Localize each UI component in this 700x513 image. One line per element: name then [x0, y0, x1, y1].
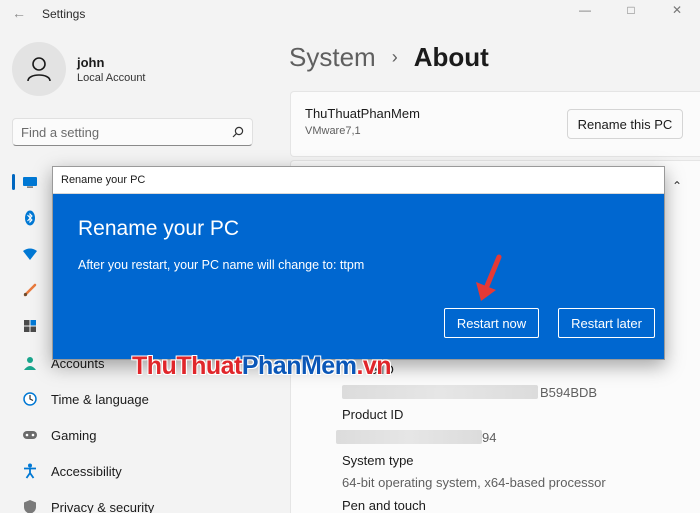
system-icon	[22, 174, 38, 190]
sidebar-item-privacy-security[interactable]: Privacy & security	[0, 491, 270, 513]
sidebar-item-accessibility[interactable]: Accessibility	[0, 455, 270, 487]
annotation-arrow-icon	[476, 254, 502, 301]
network-icon	[22, 246, 38, 262]
breadcrumb-system[interactable]: System	[289, 42, 376, 73]
watermark-logo: ThuThuatPhanMem.vn	[132, 352, 392, 380]
rename-pc-dialog: Rename your PC Rename your PC After you …	[52, 166, 665, 360]
pc-name: ThuThuatPhanMem	[305, 106, 420, 121]
search-box[interactable]	[12, 118, 253, 146]
profile-name: john	[77, 55, 105, 70]
dialog-message: After you restart, your PC name will cha…	[78, 258, 365, 272]
pc-name-card: ThuThuatPhanMem VMware7,1 Rename this PC	[290, 91, 700, 157]
page-title: About	[413, 42, 489, 72]
window-controls: — □ ✕	[562, 0, 700, 20]
back-arrow-icon[interactable]: ←	[12, 5, 26, 21]
device-id-value: B594BDB	[540, 385, 598, 400]
breadcrumb: System › About	[289, 42, 489, 73]
time-language-icon	[22, 391, 38, 407]
dialog-heading: Rename your PC	[78, 217, 240, 240]
system-type-label: System type	[342, 453, 414, 468]
apps-icon	[22, 318, 38, 334]
rename-pc-button[interactable]: Rename this PC	[567, 109, 683, 139]
product-id-label: Product ID	[342, 407, 404, 422]
redacted-product-id	[336, 430, 482, 444]
system-type-value: 64-bit operating system, x64-based proce…	[342, 475, 606, 490]
chevron-up-icon[interactable]: ⌃	[672, 179, 682, 193]
sidebar-item-gaming[interactable]: Gaming	[0, 419, 270, 451]
product-id-value: 94	[482, 430, 497, 445]
sidebar-item-time-language[interactable]: Time & language	[0, 383, 270, 415]
user-icon	[27, 57, 51, 82]
gaming-icon	[22, 427, 38, 443]
search-input[interactable]	[21, 124, 232, 140]
dialog-window-title: Rename your PC	[61, 174, 146, 186]
profile-account-type: Local Account	[77, 72, 146, 84]
chevron-right-icon: ›	[391, 47, 398, 67]
app-title: Settings	[42, 7, 86, 21]
dialog-title-bar: Rename your PC	[53, 167, 664, 194]
title-bar: ← Settings — □ ✕	[0, 0, 700, 28]
accessibility-icon	[22, 463, 38, 479]
bluetooth-icon	[22, 210, 38, 226]
pen-touch-label: Pen and touch	[342, 498, 426, 513]
maximize-icon[interactable]: □	[608, 0, 654, 20]
avatar[interactable]	[12, 42, 66, 96]
accounts-icon	[22, 355, 38, 371]
restart-now-button[interactable]: Restart now	[444, 308, 539, 338]
minimize-icon[interactable]: —	[562, 0, 608, 20]
restart-later-button[interactable]: Restart later	[558, 308, 655, 338]
pc-model: VMware7,1	[305, 125, 361, 137]
privacy-icon	[22, 499, 38, 513]
close-icon[interactable]: ✕	[654, 0, 700, 20]
personalization-icon	[22, 282, 38, 298]
redacted-device-id	[342, 385, 538, 399]
search-icon[interactable]	[232, 126, 244, 138]
